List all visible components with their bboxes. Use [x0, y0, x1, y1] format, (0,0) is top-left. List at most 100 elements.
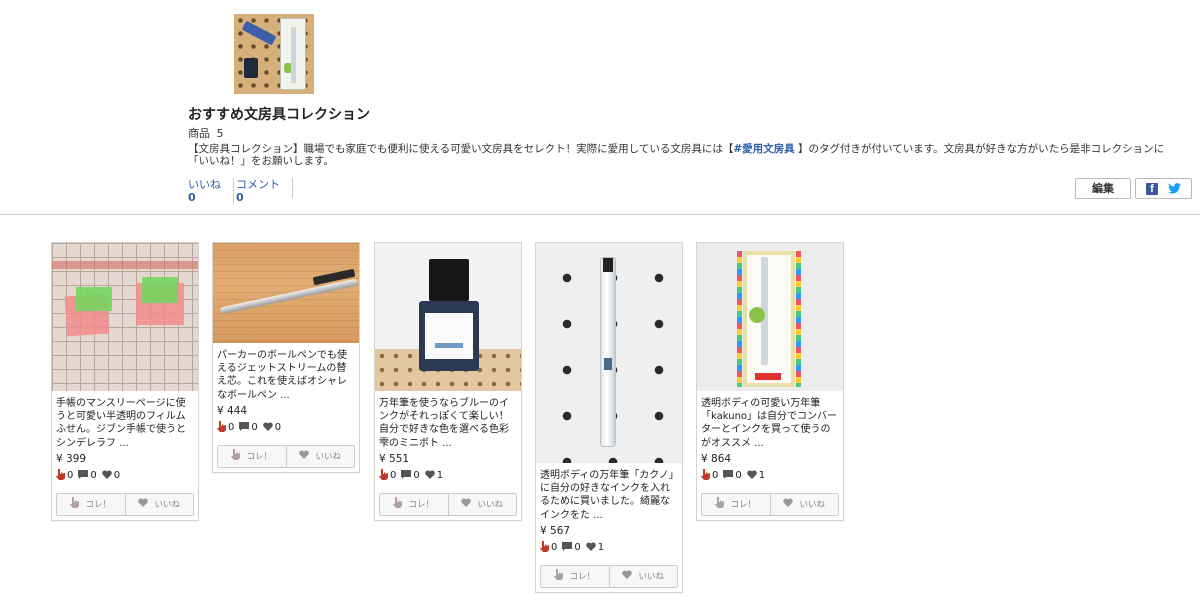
comment-stat-label[interactable]: コメント — [236, 178, 280, 191]
card-actions: コレ！ いいね — [217, 444, 355, 468]
fountain-pen — [600, 257, 616, 447]
kore-count: 0 — [551, 542, 558, 554]
comment-icon — [78, 469, 89, 482]
card-actions: コレ！ いいね — [540, 564, 678, 588]
item-stats: 0 0 1 — [701, 468, 839, 483]
item-stats: 0 0 0 — [217, 420, 355, 435]
package-stripes — [796, 251, 801, 387]
comment-count: 0 — [251, 422, 258, 434]
like-button[interactable]: いいね — [608, 565, 677, 587]
item-card[interactable]: 万年筆を使うならブルーのインクがそれっぽくて楽しい！自分で好きな色を選べる色彩雫… — [374, 242, 522, 521]
item-stats: 0 0 1 — [379, 468, 517, 483]
item-description[interactable]: 透明ボディの万年筆「カクノ」に自分の好きなインクを入れるために買いました。綺麗な… — [540, 469, 678, 522]
comment-icon — [239, 421, 250, 434]
item-image[interactable] — [375, 243, 521, 391]
kore-button-label: コレ！ — [569, 572, 595, 583]
like-button[interactable]: いいね — [124, 493, 193, 515]
collection-title: おすすめ文房具コレクション — [188, 106, 370, 122]
kore-button[interactable]: コレ！ — [702, 493, 770, 515]
hashtag-link[interactable]: #愛用文房具 — [733, 143, 794, 155]
item-image[interactable] — [52, 243, 198, 391]
item-count: 商品 5 — [188, 125, 224, 141]
card-actions: コレ！ いいね — [701, 492, 839, 516]
description-text: 【文房具コレクション】職場でも家庭でも便利に使える可愛い文房具をセレクト！実際に… — [188, 143, 734, 155]
kore-count: 0 — [228, 422, 235, 434]
like-button-label: いいね — [799, 500, 825, 511]
item-card[interactable]: パーカーのボールペンでも使えるジェットストリームの替え芯。これを使えばオシャレな… — [212, 242, 360, 473]
pointing-hand-icon — [231, 449, 241, 463]
stats-divider — [292, 178, 293, 198]
item-description[interactable]: 手帳のマンスリーページに使うと可愛い半透明のフィルムふせん。ジブン手帳で使うとシ… — [56, 397, 194, 450]
comment-count: 0 — [574, 542, 581, 554]
calendar-header — [52, 261, 198, 269]
like-button[interactable]: いいね — [447, 493, 516, 515]
item-image[interactable] — [697, 243, 843, 391]
card-actions: コレ！ いいね — [379, 492, 517, 516]
share-button[interactable]: f — [1135, 178, 1192, 199]
pointing-hand-icon — [56, 468, 65, 483]
heart-icon — [101, 470, 112, 482]
item-description[interactable]: 透明ボディの可愛い万年筆「kakuno」は自分でコンバーターとインクを買って使う… — [701, 397, 839, 450]
kore-button-label: コレ！ — [246, 452, 272, 463]
brand-logo — [755, 373, 781, 380]
item-price: ¥ 444 — [217, 404, 248, 417]
header-divider — [0, 214, 1200, 215]
like-button[interactable]: いいね — [285, 445, 354, 467]
item-description[interactable]: 万年筆を使うならブルーのインクがそれっぽくて楽しい！自分で好きな色を選べる色彩雫… — [379, 397, 517, 450]
kore-button[interactable]: コレ！ — [541, 565, 609, 587]
item-card[interactable]: 透明ボディの可愛い万年筆「kakuno」は自分でコンバーターとインクを買って使う… — [696, 242, 844, 521]
item-stats: 0 0 1 — [540, 540, 678, 555]
item-count-value: 5 — [216, 127, 224, 140]
pointing-hand-icon — [715, 497, 725, 511]
heart-icon — [783, 498, 794, 510]
collection-cover-image[interactable] — [234, 14, 314, 94]
comment-icon — [723, 469, 734, 482]
like-button-label: いいね — [315, 452, 341, 463]
kore-button-label: コレ！ — [730, 500, 756, 511]
like-button-label: いいね — [477, 500, 503, 511]
like-count: 1 — [436, 470, 444, 482]
kore-count: 0 — [390, 470, 397, 482]
kore-count: 0 — [712, 470, 719, 482]
like-count: 1 — [758, 470, 766, 482]
item-description[interactable]: パーカーのボールペンでも使えるジェットストリームの替え芯。これを使えばオシャレな… — [217, 349, 355, 402]
facebook-icon[interactable]: f — [1146, 182, 1158, 195]
package-badge — [749, 307, 765, 323]
like-stat-label[interactable]: いいね — [188, 178, 221, 191]
comment-icon — [401, 469, 412, 482]
item-card[interactable]: 透明ボディの万年筆「カクノ」に自分の好きなインクを入れるために買いました。綺麗な… — [535, 242, 683, 593]
comment-count: 0 — [735, 470, 742, 482]
pointing-hand-icon — [393, 497, 403, 511]
collection-stats: いいね 0 コメント 0 — [188, 178, 293, 204]
card-actions: コレ！ いいね — [56, 492, 194, 516]
like-count: 0 — [113, 470, 121, 482]
sticky-note — [76, 287, 112, 311]
pointing-hand-icon — [70, 497, 80, 511]
like-button-label: いいね — [638, 572, 664, 583]
twitter-icon[interactable] — [1168, 183, 1181, 194]
comment-stat[interactable]: コメント 0 — [233, 178, 292, 204]
item-image[interactable] — [213, 243, 359, 343]
heart-icon — [461, 498, 472, 510]
heart-icon — [138, 498, 149, 510]
like-stat[interactable]: いいね 0 — [188, 178, 233, 204]
item-price: ¥ 399 — [56, 452, 87, 465]
comment-stat-count: 0 — [236, 191, 244, 204]
like-stat-count: 0 — [188, 191, 196, 204]
heart-icon — [585, 542, 596, 554]
item-image[interactable] — [536, 243, 682, 463]
kore-button[interactable]: コレ！ — [57, 493, 125, 515]
pointing-hand-icon — [701, 468, 710, 483]
heart-icon — [299, 450, 310, 462]
kore-button[interactable]: コレ！ — [380, 493, 448, 515]
comment-icon — [562, 541, 573, 554]
like-button[interactable]: いいね — [769, 493, 838, 515]
bottle-label — [425, 313, 473, 359]
like-button-label: いいね — [154, 500, 180, 511]
kore-button[interactable]: コレ！ — [218, 445, 286, 467]
edit-button[interactable]: 編集 — [1075, 178, 1131, 199]
item-card[interactable]: 手帳のマンスリーページに使うと可愛い半透明のフィルムふせん。ジブン手帳で使うとシ… — [51, 242, 199, 521]
sticky-note — [142, 277, 178, 303]
heart-icon — [746, 470, 757, 482]
ink-bottle — [244, 58, 258, 78]
